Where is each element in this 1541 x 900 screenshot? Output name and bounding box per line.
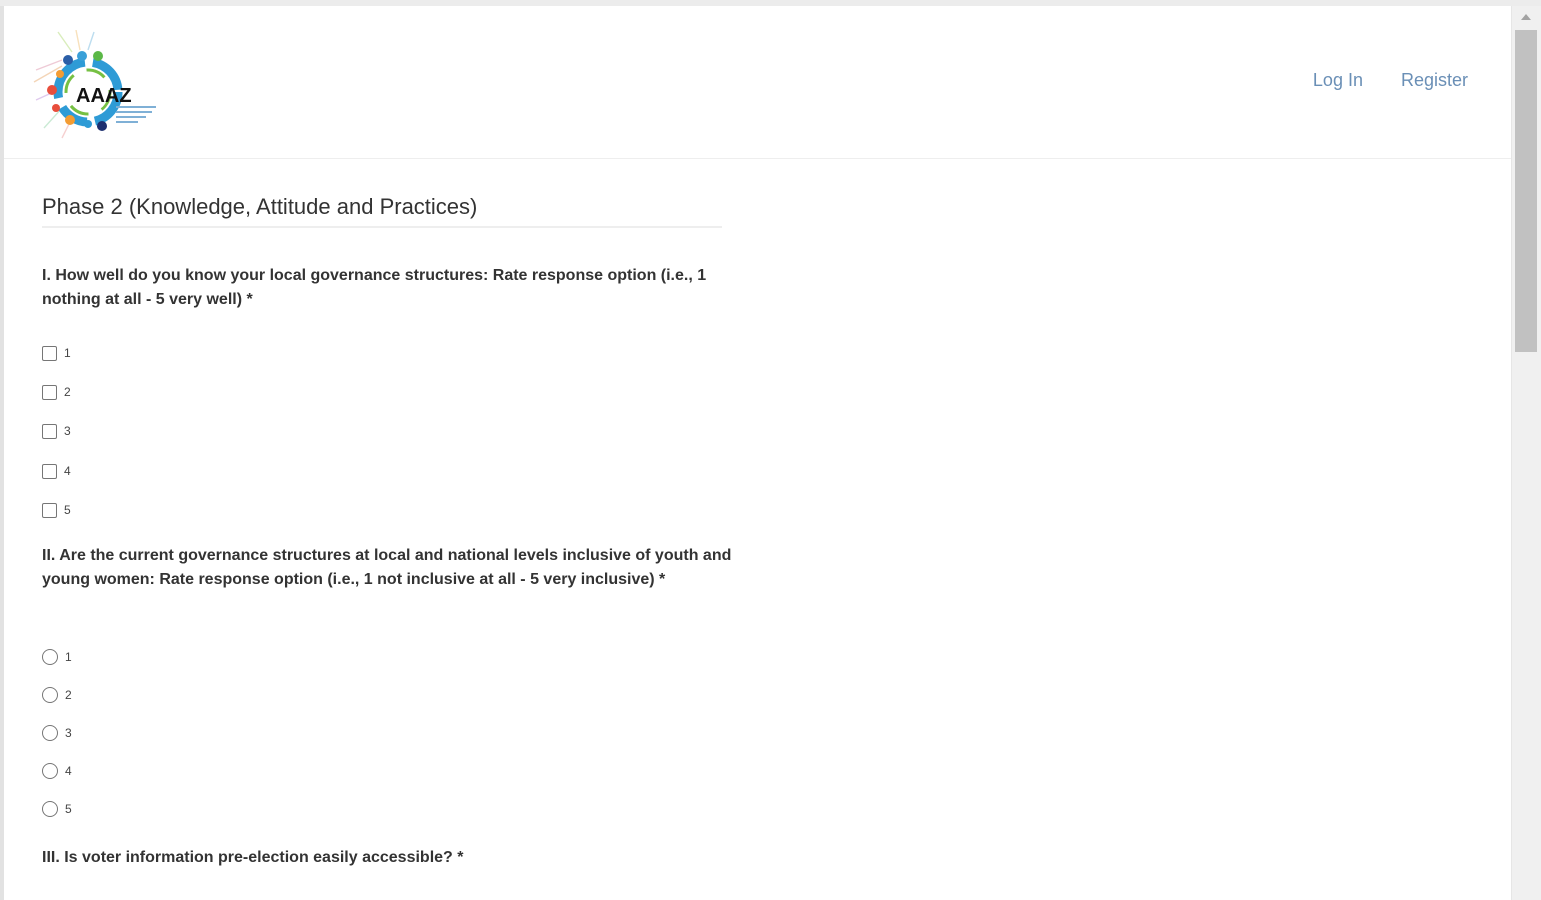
checkbox[interactable]: [42, 502, 57, 518]
site-header: AAAZ Log In Register: [4, 6, 1512, 159]
browser-window: AAAZ Log In Register Phase 2 (Knowledge,…: [0, 0, 1541, 900]
question-1-label: I. How well do you know your local gover…: [42, 267, 707, 308]
q1-option-1[interactable]: 1: [42, 344, 71, 362]
svg-text:AAAZ: AAAZ: [76, 85, 132, 107]
option-label: 3: [64, 424, 71, 438]
q2-option-1[interactable]: 1: [42, 648, 72, 666]
option-label: 3: [65, 726, 72, 740]
scroll-up-arrow-icon[interactable]: [1521, 14, 1531, 20]
aaaz-logo[interactable]: AAAZ: [32, 30, 162, 142]
q2-option-2[interactable]: 2: [42, 686, 72, 704]
option-label: 4: [64, 464, 71, 478]
q1-option-5[interactable]: 5: [42, 501, 71, 519]
q1-option-2[interactable]: 2: [42, 383, 71, 401]
page-title: Phase 2 (Knowledge, Attitude and Practic…: [42, 194, 722, 228]
radio-button[interactable]: [42, 649, 58, 665]
scroll-thumb[interactable]: [1515, 30, 1537, 352]
option-label: 1: [65, 650, 72, 664]
option-label: 1: [64, 346, 71, 360]
option-label: 4: [65, 764, 72, 778]
checkbox[interactable]: [42, 423, 57, 439]
radio-button[interactable]: [42, 801, 58, 817]
vertical-scrollbar[interactable]: [1511, 6, 1541, 900]
radio-button[interactable]: [42, 763, 58, 779]
checkbox[interactable]: [42, 345, 57, 361]
q2-option-3[interactable]: 3: [42, 724, 72, 742]
question-2-label: II. Are the current governance structure…: [42, 547, 732, 588]
option-label: 2: [64, 385, 71, 399]
option-label: 2: [65, 688, 72, 702]
question-3-label: III. Is voter information pre-election e…: [42, 849, 464, 866]
radio-button[interactable]: [42, 725, 58, 741]
q1-option-4[interactable]: 4: [42, 462, 71, 480]
register-link[interactable]: Register: [1401, 70, 1468, 91]
q2-option-4[interactable]: 4: [42, 762, 72, 780]
option-label: 5: [65, 802, 72, 816]
option-label: 5: [64, 503, 71, 517]
checkbox[interactable]: [42, 463, 57, 479]
q2-option-5[interactable]: 5: [42, 800, 72, 818]
q1-option-3[interactable]: 3: [42, 422, 71, 440]
checkbox[interactable]: [42, 384, 57, 400]
top-nav: Log In Register: [1313, 70, 1468, 91]
login-link[interactable]: Log In: [1313, 70, 1363, 91]
survey-form: Phase 2 (Knowledge, Attitude and Practic…: [42, 194, 742, 866]
radio-button[interactable]: [42, 687, 58, 703]
